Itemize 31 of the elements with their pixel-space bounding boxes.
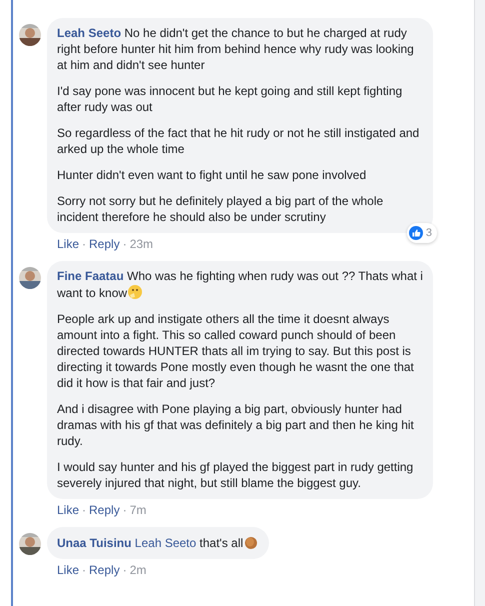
comment-text: People ark up and instigate others all the time it doesnt always amount into a fight. This so called coward punch should of been directed towards HUNTER thats all im trying to say. But this post is directing it towards Pone mostly even though he wasnt the one that did it how is that fair and just? — [57, 311, 415, 391]
author-link[interactable]: Fine Faatau — [57, 269, 124, 283]
thinking-emoji-icon — [127, 284, 144, 300]
comment-text: Hunter didn't even want to fight until he saw pone involved — [57, 167, 368, 183]
comment-text: Fine Faatau Who was he fighting when rudy was out ?? Thats what i want to know — [57, 268, 423, 301]
comment-text: Leah Seeto No he didn't get the chance to but he charged at rudy right before hunter hit him from behind hence why rudy was looking at him and didn't see hunter — [57, 25, 415, 73]
separator-dot: · — [122, 563, 127, 577]
mention-link[interactable]: Leah Seeto — [134, 536, 196, 550]
separator-dot: · — [82, 237, 86, 251]
author-link[interactable]: Unaa Tuisinu — [57, 536, 132, 550]
author-link[interactable]: Leah Seeto — [57, 26, 122, 40]
separator-dot: · — [122, 503, 127, 517]
reply-link[interactable]: Reply — [89, 503, 120, 517]
reply-link[interactable]: Reply — [89, 563, 120, 577]
comment-text: I would say hunter and his gf played the biggest part in rudy getting severely injured that night, but still blame the biggest guy. — [57, 459, 414, 491]
comment-time: 23m — [130, 237, 154, 251]
like-link[interactable]: Like — [57, 563, 80, 577]
comment-text: Sorry not sorry but he definitely played a big part of the whole incident therefore he should also be under scrutiny — [57, 193, 384, 225]
comment-text: I'd say pone was innocent but he kept going and still kept fighting after rudy was out — [57, 83, 404, 115]
comment-text: And i disagree with Pone playing a big part, obviously hunter had dramas with his gf that was definitely a big part and then he king hit rudy. — [57, 401, 415, 449]
separator-dot: · — [82, 503, 86, 517]
separator-dot: · — [82, 563, 86, 577]
comment-time: 2m — [130, 563, 146, 577]
like-icon — [408, 226, 423, 240]
comment-text: Unaa Tuisinu Leah Seeto that's all — [57, 534, 260, 551]
comment-text: So regardless of the fact that he hit rudy or not he still instigated and arked up the whole time — [57, 125, 420, 157]
reply-link[interactable]: Reply — [89, 237, 120, 251]
like-link[interactable]: Like — [57, 237, 80, 251]
like-link[interactable]: Like — [57, 503, 80, 517]
separator-dot: · — [122, 237, 127, 251]
comment-time: 7m — [130, 503, 146, 517]
